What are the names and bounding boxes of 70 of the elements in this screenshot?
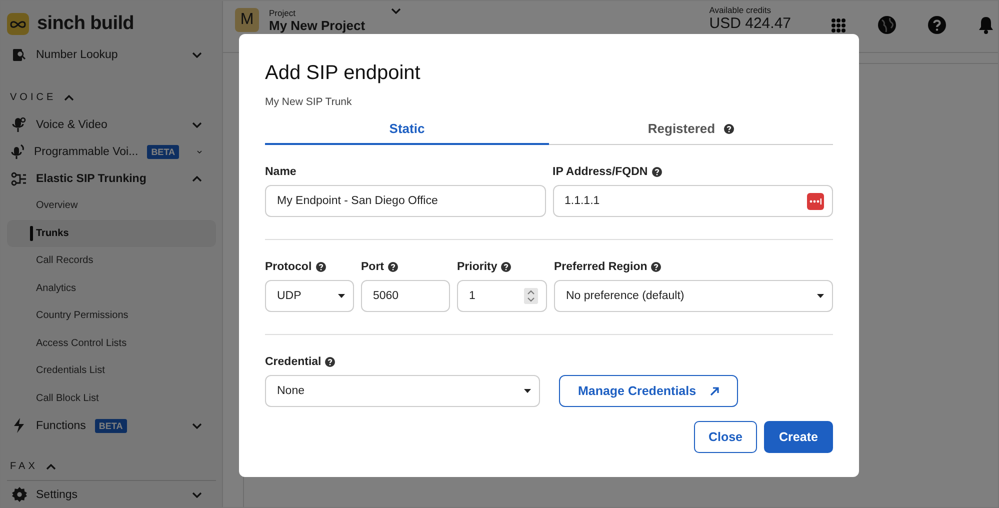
dialog-subtitle: My New SIP Trunk [265, 96, 353, 108]
section-heading: VOICE [10, 92, 56, 103]
tab[interactable]: Registered [549, 114, 833, 145]
chevron-up-icon [192, 176, 202, 182]
nav-item[interactable]: Elastic SIP Trunking [7, 165, 216, 192]
project-name[interactable]: My New Project [269, 18, 366, 33]
chevron-up-icon [46, 464, 56, 470]
branching-icon [11, 172, 27, 186]
settings-icon [12, 487, 26, 502]
input-field[interactable]: 1.1.1.1 [552, 185, 833, 217]
field-label: Priority [457, 261, 498, 273]
nav-subitem[interactable]: Access Control Lists [7, 330, 216, 357]
nav-item[interactable]: Number Lookup [7, 41, 216, 68]
field-label: Credential [265, 356, 322, 368]
chevron-down-icon [192, 492, 202, 498]
field-label: Protocol [265, 261, 312, 273]
nav-item[interactable]: Functions BETA [7, 412, 216, 439]
dropdown[interactable]: None [265, 375, 540, 407]
chevron-down-icon [391, 8, 402, 14]
field-label: Preferred Region [554, 261, 648, 273]
globe-icon[interactable] [878, 16, 896, 34]
chevron-down-icon [192, 122, 202, 128]
field-label: IP Address/FQDN [552, 166, 648, 178]
chevron-down-icon [192, 422, 202, 428]
bell-icon[interactable] [978, 16, 994, 34]
input-field[interactable]: 1 [457, 280, 547, 312]
project-avatar: M [235, 8, 259, 32]
chevron-up-icon [64, 94, 74, 100]
field-label: Port [361, 261, 384, 273]
microphone-icon [11, 144, 25, 160]
chevron-down-icon [197, 148, 202, 154]
nav-subitem[interactable]: Call Records [7, 247, 216, 274]
help-icon[interactable] [928, 16, 946, 34]
project-caption: Project [269, 8, 296, 18]
beta-badge: BETA [147, 144, 180, 158]
section-heading: FAX [10, 461, 38, 472]
password-manager-icon [807, 192, 824, 210]
tab[interactable]: Static [265, 114, 549, 145]
nav-item[interactable]: Settings [7, 481, 216, 507]
create-button[interactable]: Create [764, 421, 833, 453]
phone-search-icon [12, 48, 26, 62]
app-grid-icon[interactable] [831, 18, 846, 32]
microphone-icon [12, 116, 26, 132]
credits-amount: USD 424.47 [709, 15, 791, 32]
nav-item[interactable]: Programmable Voi... BETA [7, 138, 216, 165]
beta-badge: BETA [94, 418, 127, 432]
manage-credentials-button[interactable]: Manage Credentials [559, 375, 738, 407]
nav-subitem[interactable]: Trunks [7, 220, 216, 247]
nav-subitem[interactable]: Credentials List [7, 357, 216, 384]
dropdown-caret-icon [524, 389, 531, 393]
nav-subitem[interactable]: Analytics [7, 274, 216, 302]
input-field[interactable]: My Endpoint - San Diego Office [265, 185, 546, 217]
field-label: Name [265, 166, 296, 178]
dropdown-caret-icon [338, 294, 345, 298]
input-field[interactable]: 5060 [361, 280, 450, 312]
chevron-down-icon [192, 52, 202, 58]
logo-text: sinch build [37, 13, 134, 35]
lightning-icon [13, 418, 25, 433]
external-arrow-icon [710, 386, 720, 396]
nav-subitem[interactable]: Overview [7, 192, 216, 220]
close-button[interactable]: Close [694, 421, 757, 453]
dialog-title: Add SIP endpoint [265, 62, 422, 85]
nav-subitem[interactable]: Call Block List [7, 384, 216, 412]
logo-icon [7, 13, 29, 35]
dropdown[interactable]: UDP [265, 280, 354, 312]
nav-subitem[interactable]: Country Permissions [7, 302, 216, 330]
dropdown[interactable]: No preference (default) [554, 280, 833, 312]
nav-item[interactable]: Voice & Video [7, 111, 216, 138]
dropdown-caret-icon [817, 294, 824, 298]
credits-caption: Available credits [709, 5, 772, 15]
